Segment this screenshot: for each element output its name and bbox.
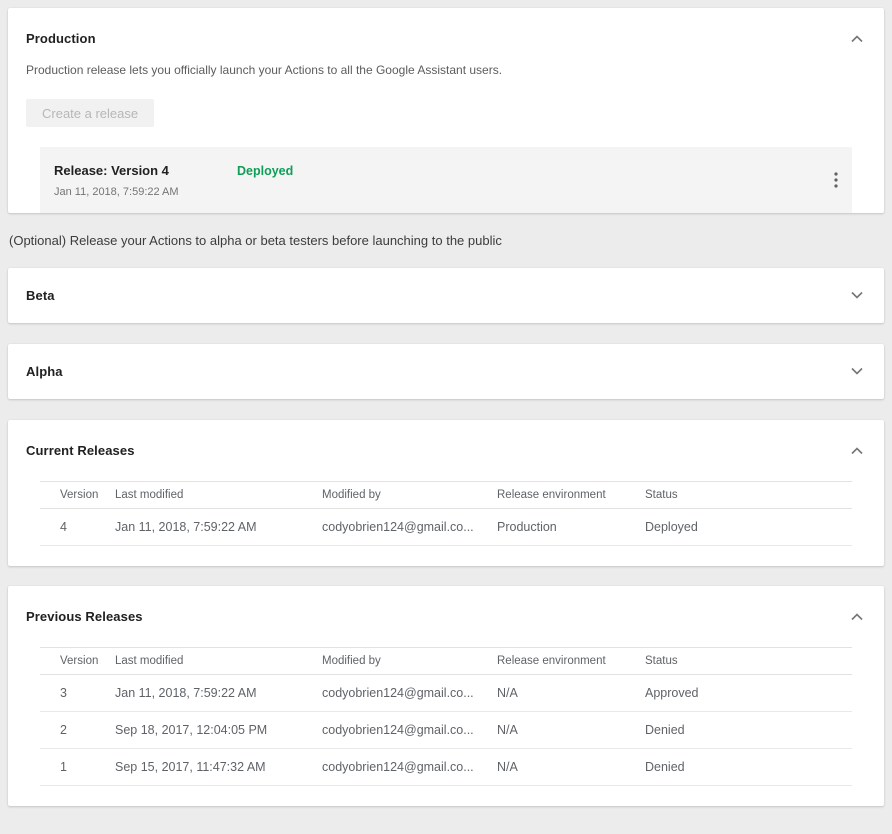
release-name: Release: Version 4 — [54, 163, 237, 178]
current-releases-title: Current Releases — [26, 443, 135, 458]
table-header-row: Version Last modified Modified by Releas… — [40, 482, 852, 509]
col-header-last-modified: Last modified — [115, 648, 322, 675]
current-releases-header[interactable]: Current Releases — [8, 420, 884, 461]
cell-status: Deployed — [645, 509, 852, 546]
col-header-environment: Release environment — [497, 482, 645, 509]
alpha-header[interactable]: Alpha — [8, 344, 884, 399]
cell-version: 4 — [40, 509, 115, 546]
col-header-environment: Release environment — [497, 648, 645, 675]
current-releases-card: Current Releases Version Last modified M… — [8, 420, 884, 566]
previous-releases-header[interactable]: Previous Releases — [8, 586, 884, 627]
cell-status: Denied — [645, 712, 852, 749]
cell-version: 1 — [40, 749, 115, 786]
create-release-button[interactable]: Create a release — [26, 99, 154, 127]
deployed-release-row: Release: Version 4 Deployed Jan 11, 2018… — [40, 147, 852, 213]
production-description: Production release lets you officially l… — [26, 63, 866, 77]
col-header-status: Status — [645, 482, 852, 509]
col-header-modified-by: Modified by — [322, 482, 497, 509]
release-date: Jan 11, 2018, 7:59:22 AM — [54, 186, 828, 198]
col-header-modified-by: Modified by — [322, 648, 497, 675]
table-header-row: Version Last modified Modified by Releas… — [40, 648, 852, 675]
col-header-version: Version — [40, 482, 115, 509]
previous-releases-table-wrap: Version Last modified Modified by Releas… — [40, 647, 852, 806]
col-header-last-modified: Last modified — [115, 482, 322, 509]
table-row: 3 Jan 11, 2018, 7:59:22 AM codyobrien124… — [40, 675, 852, 712]
cell-modified-by: codyobrien124@gmail.co... — [322, 675, 497, 712]
alpha-expand-button[interactable] — [844, 361, 870, 382]
col-header-status: Status — [645, 648, 852, 675]
alpha-card: Alpha — [8, 344, 884, 399]
cell-modified-by: codyobrien124@gmail.co... — [322, 712, 497, 749]
release-menu-button[interactable] — [828, 166, 844, 194]
current-releases-table-wrap: Version Last modified Modified by Releas… — [40, 481, 852, 566]
cell-status: Approved — [645, 675, 852, 712]
col-header-version: Version — [40, 648, 115, 675]
cell-version: 2 — [40, 712, 115, 749]
cell-last-modified: Sep 15, 2017, 11:47:32 AM — [115, 749, 322, 786]
current-releases-collapse-button[interactable] — [844, 440, 870, 461]
beta-card: Beta — [8, 268, 884, 323]
chevron-down-icon — [850, 367, 864, 376]
cell-modified-by: codyobrien124@gmail.co... — [322, 509, 497, 546]
production-card: Production Production release lets you o… — [8, 8, 884, 213]
chevron-up-icon — [850, 612, 864, 621]
previous-releases-title: Previous Releases — [26, 609, 143, 624]
cell-environment: N/A — [497, 712, 645, 749]
chevron-up-icon — [850, 34, 864, 43]
cell-status: Denied — [645, 749, 852, 786]
release-status-badge: Deployed — [237, 164, 293, 178]
cell-last-modified: Jan 11, 2018, 7:59:22 AM — [115, 675, 322, 712]
releases-page: Production Production release lets you o… — [0, 0, 892, 834]
cell-last-modified: Sep 18, 2017, 12:04:05 PM — [115, 712, 322, 749]
chevron-down-icon — [850, 291, 864, 300]
table-row: 4 Jan 11, 2018, 7:59:22 AM codyobrien124… — [40, 509, 852, 546]
beta-title: Beta — [26, 288, 55, 303]
optional-note: (Optional) Release your Actions to alpha… — [9, 233, 884, 248]
release-info: Release: Version 4 Deployed Jan 11, 2018… — [54, 163, 828, 198]
production-title: Production — [26, 31, 96, 46]
alpha-title: Alpha — [26, 364, 63, 379]
cell-environment: N/A — [497, 749, 645, 786]
cell-version: 3 — [40, 675, 115, 712]
table-row: 1 Sep 15, 2017, 11:47:32 AM codyobrien12… — [40, 749, 852, 786]
production-collapse-button[interactable] — [844, 28, 870, 49]
production-header[interactable]: Production — [8, 8, 884, 49]
previous-releases-collapse-button[interactable] — [844, 606, 870, 627]
previous-releases-card: Previous Releases Version Last modified … — [8, 586, 884, 806]
chevron-up-icon — [850, 446, 864, 455]
beta-expand-button[interactable] — [844, 285, 870, 306]
table-row: 2 Sep 18, 2017, 12:04:05 PM codyobrien12… — [40, 712, 852, 749]
current-releases-table: Version Last modified Modified by Releas… — [40, 481, 852, 546]
previous-releases-table: Version Last modified Modified by Releas… — [40, 647, 852, 786]
cell-environment: N/A — [497, 675, 645, 712]
cell-last-modified: Jan 11, 2018, 7:59:22 AM — [115, 509, 322, 546]
more-vert-icon — [834, 172, 838, 188]
cell-environment: Production — [497, 509, 645, 546]
beta-header[interactable]: Beta — [8, 268, 884, 323]
cell-modified-by: codyobrien124@gmail.co... — [322, 749, 497, 786]
